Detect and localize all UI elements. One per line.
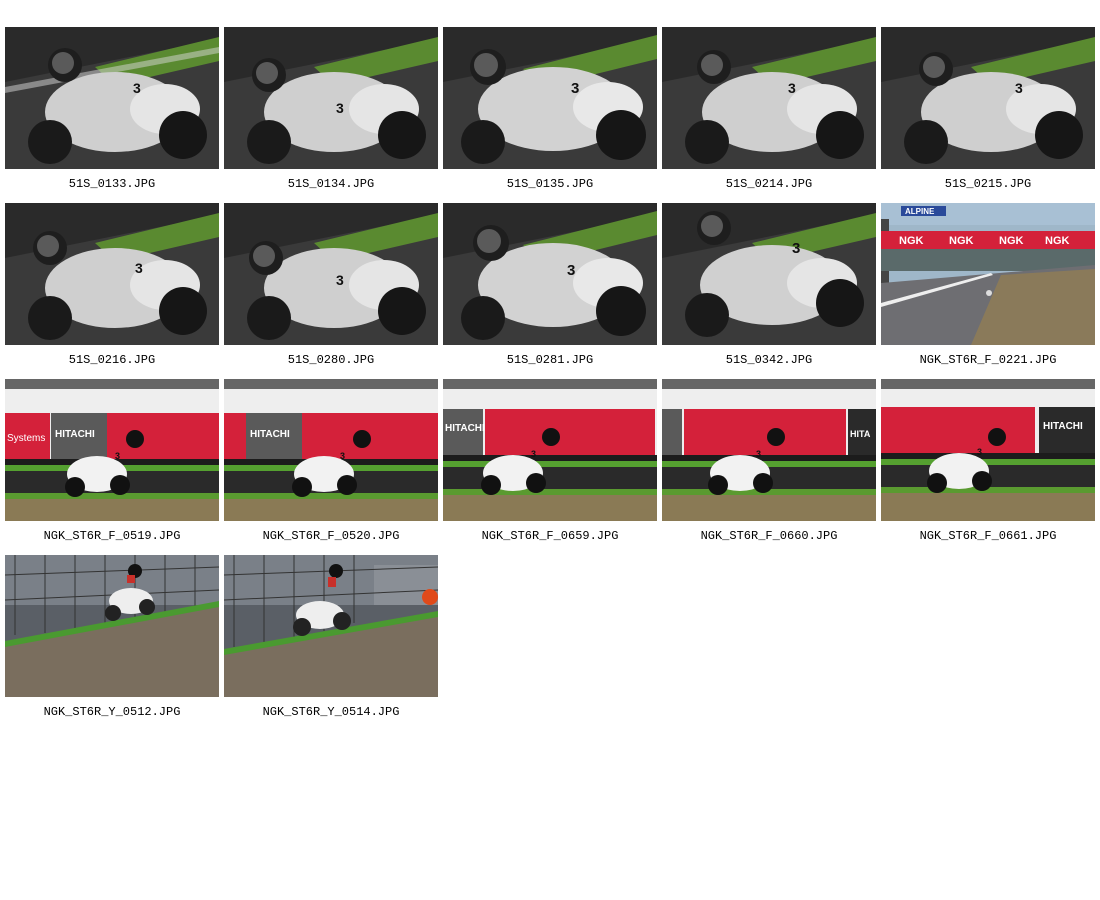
photo-filename: 51S_0215.JPG: [944, 177, 1032, 191]
photo-filename: 51S_0133.JPG: [68, 177, 156, 191]
svg-text:3: 3: [571, 80, 579, 97]
photo-thumbnail[interactable]: 3 51S_0134.JPG: [224, 27, 438, 193]
svg-text:HITA: HITA: [850, 429, 871, 439]
photo-image[interactable]: HITACHI 3: [443, 379, 657, 521]
photo-thumbnail[interactable]: ALPINE NGK NGK NGK NGK NGK_ST6R_F_0221.J…: [881, 203, 1095, 369]
svg-text:Systems: Systems: [7, 433, 45, 444]
photo-filename: NGK_ST6R_F_0519.JPG: [43, 529, 181, 543]
photo-image[interactable]: Systems HITACHI 3: [5, 379, 219, 521]
svg-text:NGK: NGK: [1045, 235, 1070, 247]
svg-text:HITACHI: HITACHI: [445, 423, 485, 434]
photo-thumbnail[interactable]: 3 51S_0214.JPG: [662, 27, 876, 193]
svg-text:NGK: NGK: [899, 235, 924, 247]
photo-thumbnail[interactable]: 3 51S_0281.JPG: [443, 203, 657, 369]
photo-filename: 51S_0281.JPG: [506, 353, 594, 367]
svg-text:NGK: NGK: [949, 235, 974, 247]
photo-thumbnail[interactable]: 3 51S_0342.JPG: [662, 203, 876, 369]
photo-image[interactable]: 3: [224, 203, 438, 345]
svg-text:3: 3: [531, 449, 536, 459]
photo-image[interactable]: 3: [662, 27, 876, 169]
svg-text:3: 3: [792, 240, 800, 257]
svg-text:3: 3: [115, 451, 120, 461]
photo-filename: NGK_ST6R_Y_0514.JPG: [262, 705, 400, 719]
svg-text:3: 3: [756, 449, 761, 459]
photo-image[interactable]: 3: [443, 27, 657, 169]
svg-text:3: 3: [977, 447, 982, 457]
photo-thumbnail[interactable]: HITACHI 3 NGK_ST6R_F_0520.JPG: [224, 379, 438, 545]
photo-filename: 51S_0135.JPG: [506, 177, 594, 191]
photo-filename: NGK_ST6R_F_0661.JPG: [919, 529, 1057, 543]
photo-thumbnail[interactable]: Systems HITACHI 3 NGK_ST6R_F_0519.JPG: [5, 379, 219, 545]
photo-image[interactable]: 3: [224, 27, 438, 169]
photo-thumbnail[interactable]: HITACHI 3 NGK_ST6R_F_0659.JPG: [443, 379, 657, 545]
photo-filename: NGK_ST6R_Y_0512.JPG: [43, 705, 181, 719]
photo-image[interactable]: 3: [5, 27, 219, 169]
photo-filename: NGK_ST6R_F_0520.JPG: [262, 529, 400, 543]
svg-text:3: 3: [336, 100, 344, 116]
photo-filename: 51S_0134.JPG: [287, 177, 375, 191]
svg-text:3: 3: [340, 451, 345, 461]
svg-text:3: 3: [336, 272, 344, 288]
photo-thumbnail[interactable]: NGK_ST6R_Y_0512.JPG: [5, 555, 219, 721]
photo-filename: NGK_ST6R_F_0659.JPG: [481, 529, 619, 543]
photo-filename: 51S_0216.JPG: [68, 353, 156, 367]
svg-text:3: 3: [133, 80, 141, 96]
svg-text:HITACHI: HITACHI: [250, 429, 290, 440]
photo-image[interactable]: [5, 555, 219, 697]
photo-thumbnail[interactable]: 3 51S_0215.JPG: [881, 27, 1095, 193]
photo-image[interactable]: HITACHI 3: [881, 379, 1095, 521]
photo-filename: NGK_ST6R_F_0221.JPG: [919, 353, 1057, 367]
photo-image[interactable]: 3: [443, 203, 657, 345]
photo-filename: 51S_0214.JPG: [725, 177, 813, 191]
photo-filename: 51S_0342.JPG: [725, 353, 813, 367]
photo-image[interactable]: ALPINE NGK NGK NGK NGK: [881, 203, 1095, 345]
svg-text:3: 3: [788, 80, 796, 96]
photo-image[interactable]: 3: [881, 27, 1095, 169]
photo-image[interactable]: [224, 555, 438, 697]
photo-image[interactable]: 3: [662, 203, 876, 345]
photo-image[interactable]: 3: [5, 203, 219, 345]
svg-text:NGK: NGK: [999, 235, 1024, 247]
svg-text:HITACHI: HITACHI: [1043, 421, 1083, 432]
svg-text:3: 3: [1015, 80, 1023, 96]
photo-thumbnail[interactable]: 3 51S_0135.JPG: [443, 27, 657, 193]
photo-thumbnail[interactable]: 3 51S_0216.JPG: [5, 203, 219, 369]
svg-text:3: 3: [135, 260, 143, 276]
svg-text:ALPINE: ALPINE: [905, 207, 935, 216]
svg-text:3: 3: [567, 262, 575, 279]
photo-thumbnail[interactable]: 3 51S_0133.JPG: [5, 27, 219, 193]
photo-thumbnail[interactable]: 3 51S_0280.JPG: [224, 203, 438, 369]
photo-filename: NGK_ST6R_F_0660.JPG: [700, 529, 838, 543]
photo-filename: 51S_0280.JPG: [287, 353, 375, 367]
photo-gallery: 3 51S_0133.JPG 3 51S_0134.JPG 3 51S_0135…: [0, 0, 1100, 900]
photo-image[interactable]: HITA 3: [662, 379, 876, 521]
photo-thumbnail[interactable]: NGK_ST6R_Y_0514.JPG: [224, 555, 438, 721]
photo-thumbnail[interactable]: HITA 3 NGK_ST6R_F_0660.JPG: [662, 379, 876, 545]
photo-image[interactable]: HITACHI 3: [224, 379, 438, 521]
photo-thumbnail[interactable]: HITACHI 3 NGK_ST6R_F_0661.JPG: [881, 379, 1095, 545]
svg-text:HITACHI: HITACHI: [55, 429, 95, 440]
